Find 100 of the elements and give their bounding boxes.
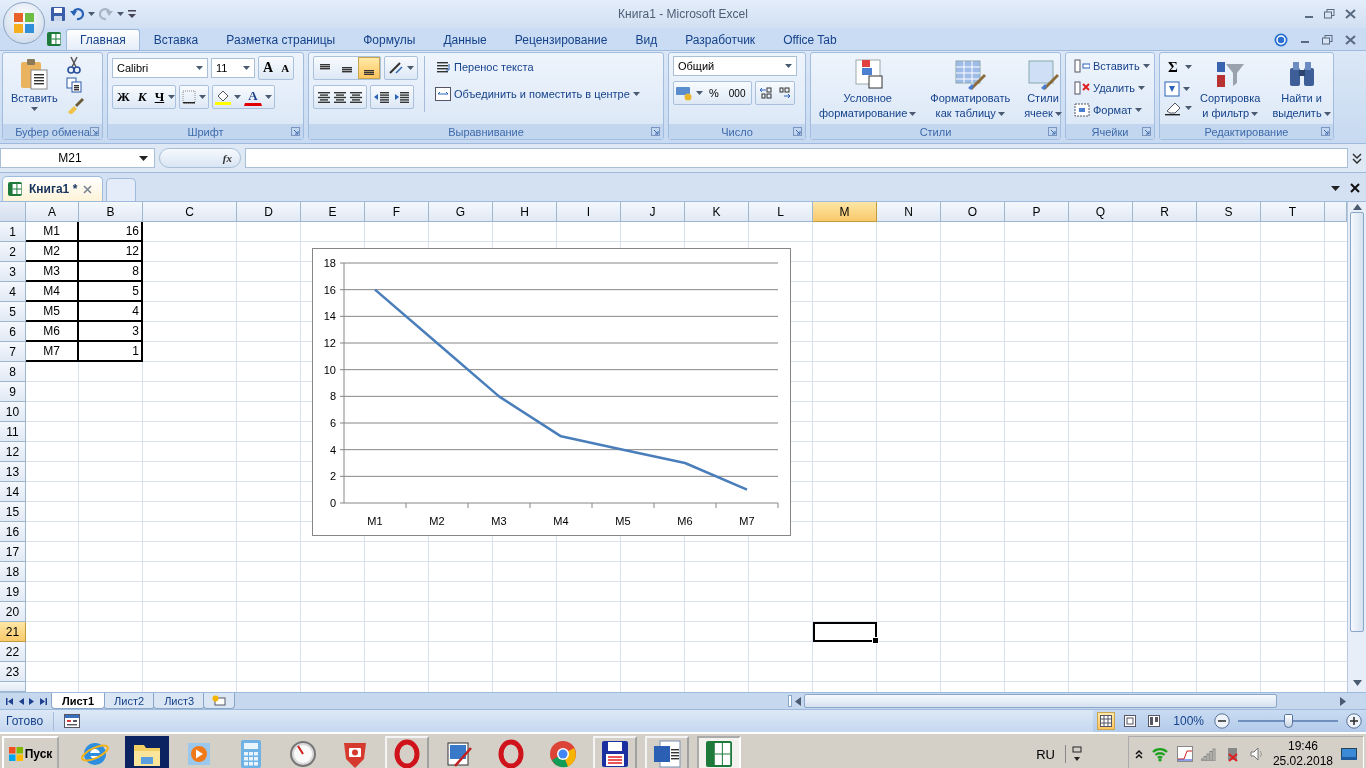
ribbon-tab[interactable]: Вставка: [139, 29, 213, 50]
caret-icon[interactable]: [1184, 65, 1192, 69]
dialog-launcher-icon[interactable]: [291, 127, 300, 136]
column-header[interactable]: P: [1005, 202, 1069, 222]
insert-sheet-button[interactable]: [203, 693, 236, 709]
ribbon-tab[interactable]: Данные: [429, 29, 501, 50]
font-size-field[interactable]: 11: [211, 58, 255, 78]
caret-icon[interactable]: [407, 66, 414, 70]
expand-icon[interactable]: [1134, 749, 1143, 759]
column-header[interactable]: S: [1197, 202, 1261, 222]
start-button[interactable]: Пуск: [2, 736, 59, 768]
ribbon-tab[interactable]: Разработчик: [671, 29, 770, 50]
align-left-icon[interactable]: [316, 90, 332, 104]
delete-cells-icon[interactable]: [1074, 81, 1090, 95]
cells-button[interactable]: Вставить: [1070, 56, 1154, 76]
column-header[interactable]: F: [365, 202, 429, 222]
row-header[interactable]: 18: [0, 562, 26, 582]
scissors-icon[interactable]: [65, 56, 82, 74]
ribbon-tab[interactable]: Рецензирование: [500, 29, 622, 50]
caret-icon[interactable]: [196, 66, 203, 70]
scroll-up-icon[interactable]: [1352, 204, 1362, 210]
column-header[interactable]: C: [143, 202, 237, 222]
row-header[interactable]: 22: [0, 642, 26, 662]
first-sheet-icon[interactable]: [6, 697, 13, 705]
sheet-tab[interactable]: Лист3: [153, 693, 206, 709]
caret-icon[interactable]: [1183, 87, 1190, 91]
row-header[interactable]: 10: [0, 402, 26, 422]
column-header[interactable]: J: [621, 202, 685, 222]
media-player-icon[interactable]: [185, 740, 213, 768]
column-header[interactable]: L: [749, 202, 813, 222]
ribbon-tab[interactable]: Office Tab: [769, 29, 851, 50]
decrease-indent-icon[interactable]: [374, 90, 390, 104]
styles-button[interactable]: Форматировать как таблицу: [926, 56, 1015, 122]
desktop-icon[interactable]: [1341, 748, 1357, 760]
increase-decimal-icon[interactable]: [759, 86, 774, 100]
close-icon[interactable]: [1350, 183, 1360, 193]
customize-caret-icon[interactable]: [128, 10, 136, 18]
cells-button[interactable]: Удалить: [1070, 78, 1154, 98]
document-tab-label[interactable]: Книга1 *: [29, 182, 78, 196]
clipboard-icon[interactable]: [19, 58, 50, 90]
row-header[interactable]: 4: [0, 282, 26, 302]
name-box[interactable]: M21: [0, 148, 155, 168]
copy-icon[interactable]: [65, 77, 82, 93]
styles-button[interactable]: Стили ячеек: [1020, 56, 1066, 122]
font-name-field[interactable]: Calibri: [112, 58, 208, 78]
active-cell[interactable]: [813, 622, 877, 642]
cell-styles-icon[interactable]: [1027, 58, 1060, 90]
spreadsheet-icon[interactable]: [7, 181, 23, 197]
number-format-field[interactable]: Общий: [673, 56, 797, 76]
horizontal-scrollbar[interactable]: [804, 694, 1277, 708]
sheet-tab[interactable]: Лист2: [103, 693, 156, 709]
row-header[interactable]: 13: [0, 462, 26, 482]
circle-logo-icon[interactable]: [548, 739, 578, 768]
row-header[interactable]: 7: [0, 342, 26, 362]
speaker-icon[interactable]: [1248, 746, 1265, 762]
dialog-launcher-icon[interactable]: [1048, 127, 1057, 136]
ribbon-tab[interactable]: Главная: [66, 29, 140, 50]
italic-button[interactable]: К: [133, 86, 151, 108]
row-header[interactable]: 16: [0, 522, 26, 542]
language-indicator[interactable]: RU: [1036, 746, 1059, 762]
editing-button[interactable]: Найти и выделить: [1268, 56, 1335, 122]
align-center-icon[interactable]: [332, 90, 348, 104]
caret-icon[interactable]: [199, 95, 207, 99]
row-header[interactable]: 5: [0, 302, 26, 322]
autosum-button[interactable]: Σ: [1164, 56, 1182, 78]
column-header[interactable]: O: [941, 202, 1005, 222]
column-header[interactable]: R: [1133, 202, 1197, 222]
row-header[interactable]: 8: [0, 362, 26, 382]
column-header[interactable]: Q: [1069, 202, 1133, 222]
caret-icon[interactable]: [1331, 185, 1340, 191]
clock-time[interactable]: 19:46: [1287, 739, 1318, 754]
ring-icon[interactable]: [393, 739, 421, 768]
column-header[interactable]: H: [493, 202, 557, 222]
clock-date[interactable]: 25.02.2018: [1272, 754, 1333, 768]
grow-font-button[interactable]: A: [259, 57, 278, 79]
row-header[interactable]: 21: [0, 622, 26, 642]
row-header[interactable]: 19: [0, 582, 26, 602]
new-sheet-icon[interactable]: [212, 695, 227, 706]
scroll-left-icon[interactable]: [795, 696, 801, 706]
document-icon[interactable]: [652, 739, 682, 768]
column-header[interactable]: A: [26, 202, 79, 222]
ribbon-tab[interactable]: Разметка страницы: [212, 29, 350, 50]
caret-icon[interactable]: [785, 64, 792, 68]
graph-icon[interactable]: [1176, 746, 1193, 762]
caret-icon[interactable]: [1142, 64, 1150, 68]
dialog-launcher-icon[interactable]: [1321, 127, 1330, 136]
text-orientation-icon[interactable]: [388, 61, 404, 75]
dialog-launcher-icon[interactable]: [1142, 127, 1151, 136]
column-header[interactable]: I: [557, 202, 621, 222]
gauge-icon[interactable]: [289, 740, 317, 768]
row-header[interactable]: 14: [0, 482, 26, 502]
column-header[interactable]: N: [877, 202, 941, 222]
wrap-text-button[interactable]: Перенос текста: [431, 56, 644, 78]
previous-sheet-icon[interactable]: [18, 697, 24, 705]
increase-indent-icon[interactable]: [394, 90, 410, 104]
save-icon[interactable]: [50, 6, 66, 22]
styles-button[interactable]: Условное форматирование: [815, 56, 921, 122]
currency-icon[interactable]: [676, 85, 694, 101]
ribbon-tab[interactable]: Формулы: [349, 29, 430, 50]
row-header[interactable]: 23: [0, 662, 26, 682]
